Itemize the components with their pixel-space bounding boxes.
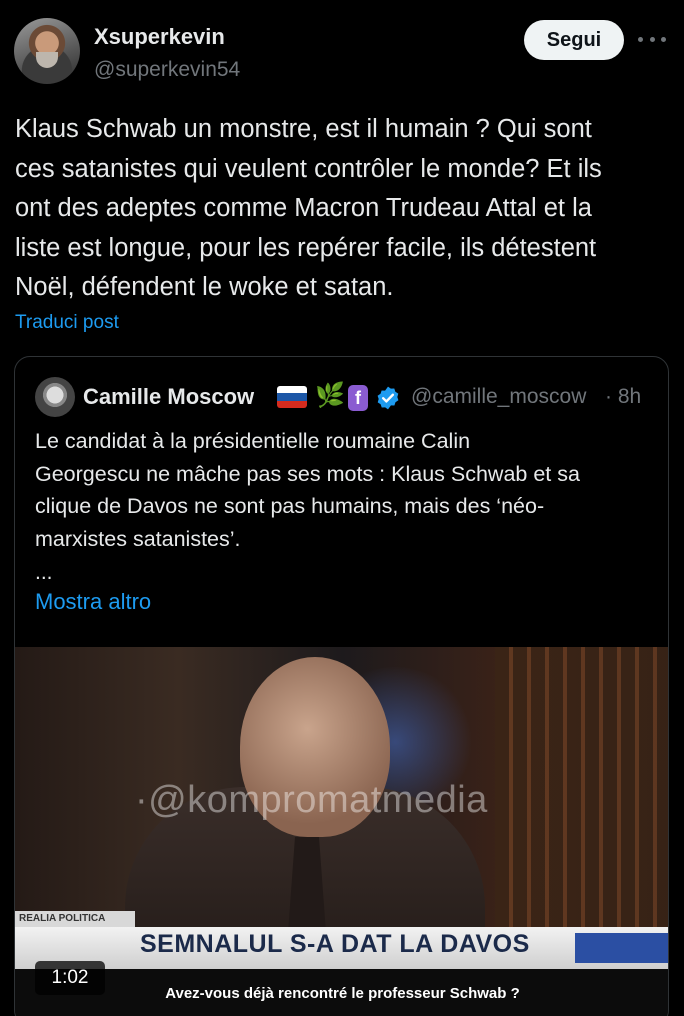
avatar-beard — [36, 52, 58, 68]
ticker-headline: SEMNALUL S-A DAT LA DAVOS — [140, 930, 530, 958]
verified-badge-icon — [377, 386, 399, 410]
author-avatar[interactable] — [14, 18, 80, 84]
quote-text: Le candidat à la présidentielle roumaine… — [35, 425, 655, 555]
tweet-line: ces satanistes qui veulent contrôler le … — [15, 154, 602, 183]
background-building — [495, 647, 668, 937]
quote-author-avatar[interactable] — [35, 377, 75, 417]
translate-post-link[interactable]: Traduci post — [15, 312, 119, 334]
f-badge-icon: f — [348, 385, 368, 411]
ticker-label: REALIA POLITICA — [15, 911, 135, 927]
quote-ellipsis: ... — [35, 561, 53, 584]
ticker-accent — [575, 933, 668, 963]
tweet-line: Noël, défendent le woke et satan. — [15, 273, 394, 301]
quote-timestamp[interactable]: · 8h — [605, 385, 641, 409]
tweet-line: Klaus Schwab un monstre, est il humain ?… — [15, 115, 592, 143]
show-more-link[interactable]: Mostra altro — [35, 589, 151, 615]
video-subtitle: Avez-vous déjà rencontré le professeur S… — [165, 985, 520, 1002]
author-display-name[interactable]: Xsuperkevin — [94, 24, 225, 50]
tweet-line: ont des adeptes comme Macron Trudeau Att… — [15, 194, 592, 222]
quote-line: marxistes satanistes’. — [35, 526, 241, 551]
quote-author-name[interactable]: Camille Moscow — [83, 384, 254, 410]
follow-button[interactable]: Segui — [524, 20, 624, 60]
more-horizontal-icon[interactable] — [638, 28, 666, 50]
quoted-tweet[interactable]: Camille Moscow 🌿 f @camille_moscow · 8h … — [14, 356, 669, 1016]
quote-author-handle[interactable]: @camille_moscow — [411, 385, 601, 409]
author-handle[interactable]: @superkevin54 — [94, 58, 240, 82]
video-watermark: ·@kompromatmedia — [135, 779, 488, 821]
tweet-header: Xsuperkevin @superkevin54 Segui — [14, 18, 670, 86]
herb-icon: 🌿 — [315, 382, 345, 409]
quote-line: clique de Davos ne sont pas humains, mai… — [35, 494, 545, 518]
quote-line: Georgescu ne mâche pas ses mots : Klaus … — [35, 461, 580, 486]
tweet-text: Klaus Schwab un monstre, est il humain ?… — [15, 110, 675, 308]
tweet-line: liste est longue, pour les repérer facil… — [15, 233, 597, 262]
video-player[interactable]: ·@kompromatmedia REALIA POLITICA SEMNALU… — [15, 647, 668, 1016]
video-duration: 1:02 — [35, 961, 105, 995]
quote-line: Le candidat à la présidentielle roumaine… — [35, 429, 471, 453]
russia-flag-icon — [277, 386, 307, 408]
